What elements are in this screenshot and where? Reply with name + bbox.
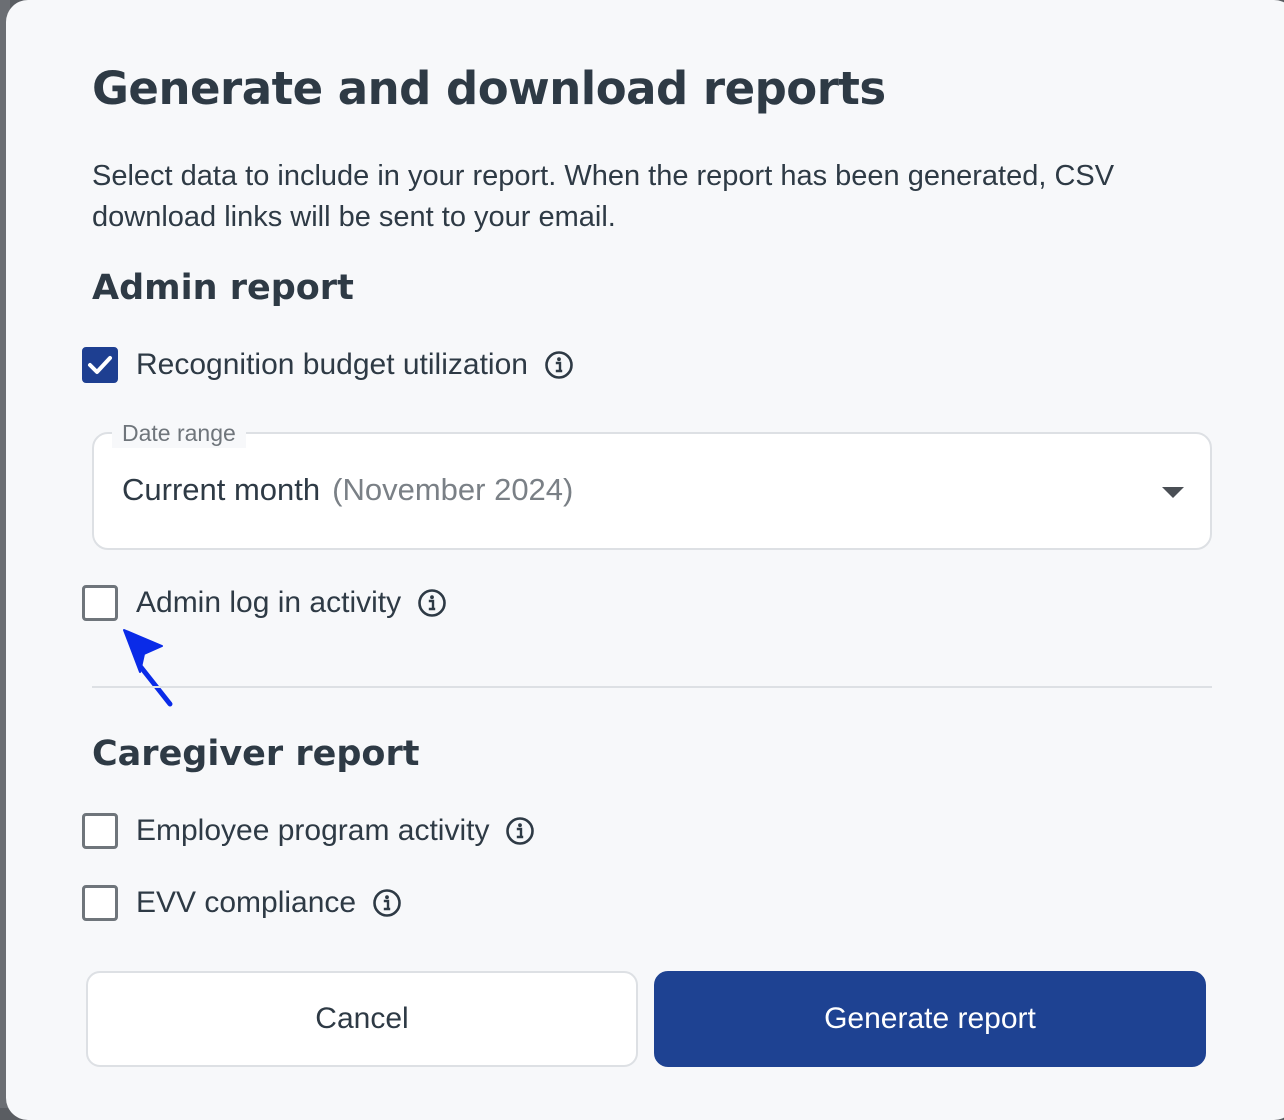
admin-login-activity-checkbox[interactable] (82, 585, 118, 621)
admin-login-activity-label: Admin log in activity (136, 586, 402, 619)
dialog-description: Select data to include in your report. W… (92, 160, 1115, 233)
date-range-legend: Date range (112, 418, 246, 448)
dialog-title: Generate and download reports (92, 62, 886, 115)
evv-compliance-checkbox[interactable] (82, 885, 118, 921)
caret-down-icon[interactable] (1162, 487, 1184, 498)
date-range-selected: Current month (122, 472, 321, 507)
arrow-annotation-icon (123, 629, 173, 707)
info-circle-icon[interactable] (505, 816, 535, 846)
section-divider (92, 686, 1212, 688)
budget-utilization-label: Recognition budget utilization (136, 348, 528, 381)
admin-login-activity-option[interactable]: Admin log in activity (82, 584, 447, 622)
generate-report-button[interactable]: Generate report (654, 971, 1206, 1067)
cancel-button[interactable]: Cancel (86, 971, 638, 1067)
date-range-value: Current month (November 2024) (122, 472, 573, 508)
evv-compliance-label: EVV compliance (136, 886, 357, 919)
checkmark-icon (88, 356, 112, 374)
evv-compliance-option[interactable]: EVV compliance (82, 884, 402, 922)
info-circle-icon[interactable] (544, 350, 574, 380)
date-range-select[interactable]: Date range Current month (November 2024) (92, 418, 1212, 550)
program-activity-label: Employee program activity (136, 814, 490, 847)
info-circle-icon[interactable] (417, 588, 447, 618)
program-activity-option[interactable]: Employee program activity (82, 812, 535, 850)
program-activity-checkbox[interactable] (82, 813, 118, 849)
date-range-hint: (November 2024) (332, 472, 574, 507)
caregiver-report-heading: Caregiver report (92, 734, 420, 774)
generate-reports-dialog: Generate and download reports Select dat… (6, 0, 1284, 1120)
admin-report-heading: Admin report (92, 268, 354, 308)
budget-utilization-checkbox[interactable] (82, 347, 118, 383)
budget-utilization-option[interactable]: Recognition budget utilization (82, 346, 574, 384)
info-circle-icon[interactable] (372, 888, 402, 918)
